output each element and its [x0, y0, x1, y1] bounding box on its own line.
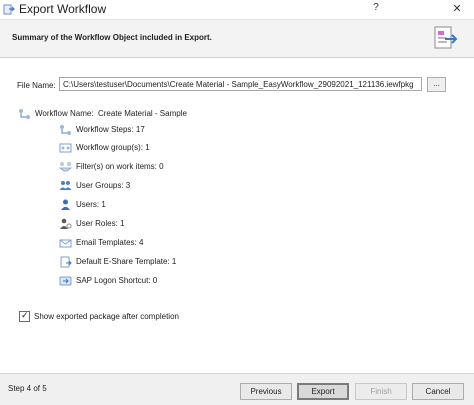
workflow-name: Workflow Name: Create Material - Sample [35, 109, 187, 118]
workflow-icon [19, 109, 30, 119]
eshare-template-icon [60, 256, 72, 268]
user-role-icon [60, 218, 72, 229]
export-document-icon [434, 26, 458, 49]
checkmark-icon: ✓ [21, 310, 29, 320]
file-name-field[interactable]: C:\Users\testuser\Documents\Create Mater… [59, 77, 422, 91]
header-description: Summary of the Workflow Object included … [12, 33, 212, 42]
email-icon [59, 239, 72, 248]
close-button[interactable]: ✕ [447, 1, 467, 17]
export-workflow-icon [3, 4, 15, 15]
title-bar: Export Workflow ? ✕ [0, 0, 474, 20]
workflow-steps-icon [60, 125, 71, 135]
user-icon [61, 199, 70, 210]
wizard-header: Summary of the Workflow Object included … [0, 20, 474, 58]
show-package-label[interactable]: Show exported package after completion [34, 312, 179, 321]
sap-logon-icon [59, 276, 72, 286]
file-name-label: File Name: [17, 81, 56, 90]
previous-button[interactable]: Previous [240, 383, 292, 400]
browse-button[interactable]: ... [427, 77, 446, 92]
filter-icon [59, 162, 72, 172]
wizard-footer: Step 4 of 5 Previous Export Finish Cance… [0, 373, 474, 405]
show-package-checkbox[interactable]: ✓ [19, 310, 30, 322]
finish-button[interactable]: Finish [355, 383, 407, 400]
help-button[interactable]: ? [369, 2, 383, 16]
cancel-button[interactable]: Cancel [412, 383, 464, 400]
window-title: Export Workflow [19, 2, 107, 16]
export-button[interactable]: Export [297, 383, 349, 400]
user-groups-icon [59, 181, 72, 190]
step-indicator: Step 4 of 5 [8, 384, 47, 393]
workflow-group-icon [59, 143, 72, 153]
